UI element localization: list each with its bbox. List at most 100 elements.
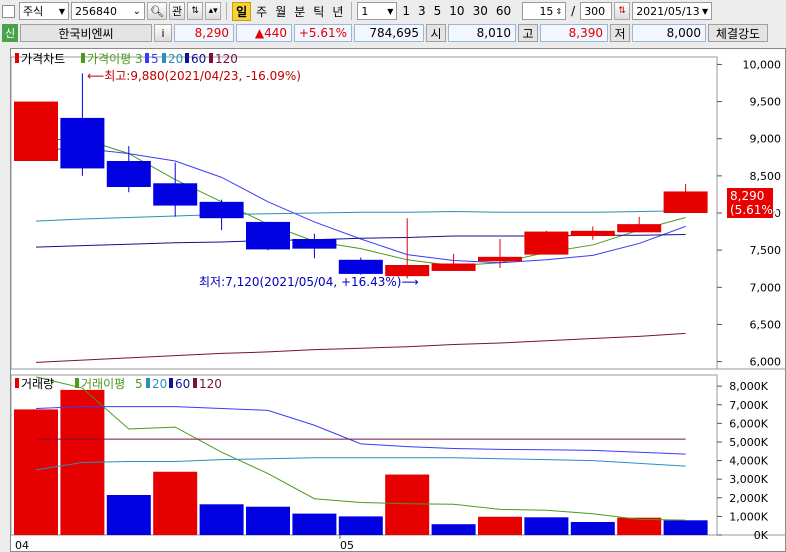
- period-week[interactable]: 주: [253, 3, 270, 20]
- date-value: 2021/05/13: [636, 4, 700, 18]
- volume-bar: [478, 516, 522, 535]
- price-tick-label: 6,000: [750, 356, 782, 369]
- price-tick-label: 10,000: [743, 58, 782, 71]
- arrows-icon: ⇅: [618, 6, 626, 16]
- strength-button[interactable]: 체결강도: [708, 24, 768, 42]
- legend-swatch: [81, 53, 85, 63]
- low-value: 8,000: [632, 24, 706, 42]
- price-tick-label: 9,000: [750, 133, 782, 146]
- legend-swatch: [209, 53, 213, 63]
- count-separator: /: [571, 4, 576, 18]
- legend-swatch: [146, 378, 150, 388]
- interval-1[interactable]: 1: [399, 4, 413, 18]
- legend-ma20: 20: [168, 52, 183, 66]
- volume-tick-label: 0K: [754, 529, 769, 542]
- volume-tick-label: 6,000K: [729, 417, 768, 430]
- interval-3[interactable]: 3: [415, 4, 429, 18]
- low-annotation: 최저:7,120(2021/05/04, +16.43%)⟶: [199, 275, 419, 289]
- date-select[interactable]: 2021/05/13 ▼: [632, 2, 713, 20]
- chevron-down-icon: ▼: [387, 6, 394, 16]
- low-annotation-text: 최저:7,120(2021/05/04, +16.43%): [199, 275, 401, 289]
- related-button[interactable]: 관: [168, 2, 186, 20]
- interval-10[interactable]: 10: [446, 4, 467, 18]
- market-select[interactable]: 주식 ▼: [19, 2, 69, 20]
- low-label: 저: [610, 24, 630, 42]
- stock-chart[interactable]: 10,0009,5009,0008,5008,0007,5007,0006,50…: [11, 49, 786, 552]
- period-year[interactable]: 년: [329, 3, 346, 20]
- volume-bar: [106, 495, 151, 535]
- price-change: ▲440: [236, 24, 292, 42]
- search-button[interactable]: 🔍︎: [147, 2, 167, 20]
- last-price-pct: (5.61%): [730, 203, 777, 217]
- legend-ma3: 3: [135, 52, 143, 66]
- volume-value: 784,695: [354, 24, 424, 42]
- swap-icon: ⇅: [191, 6, 199, 16]
- volume-tick-label: 2,000K: [729, 492, 768, 505]
- candle-body: [106, 161, 151, 187]
- stock-code-value: 256840: [75, 4, 117, 18]
- high-label: 고: [518, 24, 538, 42]
- legend-vma60: 60: [175, 377, 190, 391]
- interval-30[interactable]: 30: [470, 4, 491, 18]
- period-minute[interactable]: 분: [291, 3, 308, 20]
- divider: [351, 2, 353, 20]
- interval-select[interactable]: 1 ▼: [357, 2, 398, 20]
- candle-body: [60, 117, 105, 169]
- volume-tick-label: 4,000K: [729, 455, 768, 468]
- updown-spinner[interactable]: ▴▾: [205, 2, 222, 20]
- volume-tick-label: 7,000K: [729, 399, 768, 412]
- price-gridlines: [717, 63, 722, 363]
- legend-swatch: [193, 378, 197, 388]
- stock-code-input[interactable]: 256840 ⌄: [71, 2, 145, 20]
- price-legend-title: 가격차트: [21, 52, 65, 66]
- price-tick-label: 8,500: [750, 170, 782, 183]
- settings-button[interactable]: ⇅: [614, 2, 631, 20]
- divider: [226, 2, 228, 20]
- legend-vma5: 5: [135, 377, 143, 391]
- volume-tick-label: 5,000K: [729, 436, 768, 449]
- up-down-arrows-icon: ⇕: [555, 6, 563, 16]
- chart-area[interactable]: 10,0009,5009,0008,5008,0007,5007,0006,50…: [10, 48, 786, 552]
- right-arrow-icon: ⟶: [401, 275, 418, 289]
- volume-bar: [663, 520, 708, 535]
- current-price: 8,290: [174, 24, 234, 42]
- legend-ma120: 120: [215, 52, 238, 66]
- interval-60[interactable]: 60: [493, 4, 514, 18]
- interval-5[interactable]: 5: [431, 4, 445, 18]
- legend-vma20: 20: [152, 377, 167, 391]
- left-arrow-icon: ⟵: [87, 69, 104, 83]
- zoom-stepper[interactable]: 15 ⇕: [522, 2, 567, 20]
- volume-bar: [246, 506, 290, 535]
- info-button[interactable]: i: [154, 24, 172, 42]
- candle-body: [570, 230, 615, 237]
- status-badge: 신: [2, 24, 18, 42]
- volume-bar: [292, 513, 337, 535]
- zoom-value: 15: [539, 4, 554, 18]
- chevron-down-icon: ▼: [702, 6, 709, 16]
- volume-ma-label: 거래이평: [81, 377, 125, 391]
- legend-swatch: [169, 378, 173, 388]
- high-annotation: ⟵최고:9,880(2021/04/23, -16.09%): [87, 69, 301, 83]
- search-icon: 🔍︎: [150, 4, 164, 18]
- toolbar: 주식 ▼ 256840 ⌄ 🔍︎ 관 ⇅ ▴▾ 일 주 월 분 틱 년 1 ▼ …: [0, 0, 786, 22]
- swap-button[interactable]: ⇅: [187, 2, 204, 20]
- period-tick[interactable]: 틱: [310, 3, 327, 20]
- legend-swatch: [15, 378, 19, 388]
- volume-bar: [338, 516, 383, 535]
- market-select-value: 주식: [23, 5, 44, 18]
- count-input[interactable]: 300: [580, 2, 613, 20]
- volume-legend-title: 거래량: [21, 377, 54, 391]
- candle-body: [199, 201, 244, 219]
- price-pane[interactable]: [11, 56, 718, 370]
- lock-checkbox[interactable]: [2, 4, 15, 18]
- candle-body: [153, 183, 198, 206]
- volume-bar: [617, 517, 662, 535]
- period-month[interactable]: 월: [272, 3, 289, 20]
- up-down-arrows-icon: ▴▾: [208, 6, 218, 16]
- last-price-label: 8,290: [730, 189, 764, 203]
- volume-bar: [385, 474, 430, 535]
- legend-vma120: 120: [199, 377, 222, 391]
- price-legend: 가격차트 가격이평 3 5 20 60 120: [15, 52, 238, 66]
- period-day[interactable]: 일: [232, 1, 252, 21]
- stock-name: 한국비엔씨: [20, 24, 152, 42]
